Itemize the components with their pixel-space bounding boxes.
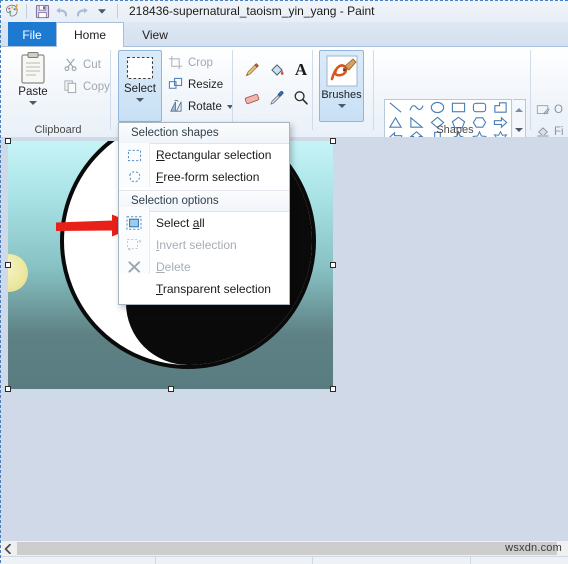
text-icon[interactable]: A xyxy=(290,59,312,81)
transparent-selection-icon xyxy=(119,278,149,300)
selection-handle-s[interactable] xyxy=(168,386,174,392)
cut-button[interactable]: Cut xyxy=(63,57,101,72)
magnifier-icon[interactable] xyxy=(290,87,312,109)
selection-handle-sw[interactable] xyxy=(5,386,11,392)
watermark: wsxdn.com xyxy=(505,542,562,554)
menu-label-invert-selection: Invert selection xyxy=(156,238,237,252)
color-picker-icon[interactable] xyxy=(266,87,288,109)
sun-graphic xyxy=(8,254,28,292)
selection-handle-w[interactable] xyxy=(5,262,11,268)
fill-with-color-icon[interactable] xyxy=(266,59,288,81)
selection-handle-e[interactable] xyxy=(330,262,336,268)
group-separator-tools xyxy=(312,50,313,130)
group-separator-brushes xyxy=(373,50,374,130)
outline-label: O xyxy=(554,104,563,116)
group-separator-image xyxy=(232,50,233,130)
tab-file[interactable]: File xyxy=(8,22,56,47)
delete-icon xyxy=(119,256,149,278)
oval-shape[interactable] xyxy=(427,100,448,115)
menu-label-delete: Delete xyxy=(156,260,191,274)
copy-button[interactable]: Copy xyxy=(63,79,110,94)
resize-button[interactable]: Resize xyxy=(168,77,223,92)
line-shape[interactable] xyxy=(385,100,406,115)
curve-shape[interactable] xyxy=(406,100,427,115)
window-title: 218436-supernatural_taoism_yin_yang - Pa… xyxy=(129,4,375,18)
qat-separator-1 xyxy=(26,4,27,18)
qat-separator-2 xyxy=(117,4,118,18)
outline-icon xyxy=(536,105,550,115)
crop-icon xyxy=(168,55,183,70)
shapes-scroll-up-icon[interactable] xyxy=(513,100,525,120)
menu-item-select-all[interactable]: Select all xyxy=(119,212,289,234)
paste-button[interactable]: Paste xyxy=(10,51,56,119)
menu-label-rectangular-selection: Rectangular selection xyxy=(156,148,272,162)
brushes-icon xyxy=(326,55,357,87)
paste-icon xyxy=(21,52,45,84)
polygon-shape[interactable] xyxy=(490,100,511,115)
customize-qat-icon[interactable] xyxy=(92,2,112,20)
crop-button: Crop xyxy=(168,55,213,70)
select-button[interactable]: Select xyxy=(118,50,162,122)
selection-handle-ne[interactable] xyxy=(330,138,336,144)
menu-label-select-all: Select all xyxy=(156,216,205,230)
scissors-icon xyxy=(64,58,77,72)
copy-label: Copy xyxy=(83,80,110,93)
select-label: Select xyxy=(124,83,156,95)
brushes-label: Brushes xyxy=(321,89,362,101)
rotate-icon xyxy=(170,99,182,112)
shapes-group-label: Shapes xyxy=(436,124,474,136)
outline-button[interactable]: O xyxy=(536,103,564,117)
rectangular-selection-icon xyxy=(119,144,149,166)
cut-label: Cut xyxy=(83,58,101,71)
rectangular-selection-icon xyxy=(126,56,154,80)
scrollbar-thumb[interactable] xyxy=(17,542,557,555)
ribbon-tab-strip: File Home View xyxy=(0,22,568,47)
menu-item-rectangular-selection[interactable]: Rectangular selection xyxy=(119,144,289,166)
rounded-rectangle-shape[interactable] xyxy=(469,100,490,115)
clipboard-group-label: Clipboard xyxy=(34,124,82,136)
redo-icon[interactable] xyxy=(72,2,92,20)
copy-icon xyxy=(64,80,77,94)
select-dropdown-caret[interactable] xyxy=(136,98,144,102)
pencil-icon[interactable] xyxy=(241,59,263,81)
group-separator-clipboard xyxy=(110,50,111,130)
brushes-button[interactable]: Brushes xyxy=(319,50,364,122)
save-icon[interactable] xyxy=(32,2,52,20)
group-separator-shapes xyxy=(530,50,531,130)
select-all-icon xyxy=(119,212,149,234)
menu-header-selection-shapes: Selection shapes xyxy=(119,123,289,144)
menu-label-transparent-selection: Transparent selection xyxy=(156,282,271,296)
paste-label: Paste xyxy=(18,86,48,98)
rotate-label: Rotate xyxy=(188,100,222,113)
menu-item-delete: Delete xyxy=(119,256,289,278)
crop-label: Crop xyxy=(188,56,213,69)
tab-home[interactable]: Home xyxy=(56,22,124,47)
rotate-button[interactable]: Rotate xyxy=(168,99,233,114)
resize-label: Resize xyxy=(188,78,224,91)
title-bar: 218436-supernatural_taoism_yin_yang - Pa… xyxy=(0,0,568,22)
tab-view[interactable]: View xyxy=(124,22,186,47)
undo-icon[interactable] xyxy=(52,2,72,20)
menu-label-free-form-selection: Free-form selection xyxy=(156,170,260,184)
scroll-left-icon[interactable] xyxy=(0,541,16,556)
free-form-selection-icon xyxy=(119,166,149,188)
invert-selection-icon xyxy=(119,234,149,256)
select-dropdown-menu[interactable]: Selection shapes Rectangular selection F… xyxy=(118,122,290,305)
horizontal-scrollbar[interactable] xyxy=(0,541,568,556)
paste-dropdown-caret[interactable] xyxy=(29,101,37,105)
menu-item-free-form-selection[interactable]: Free-form selection xyxy=(119,166,289,188)
resize-icon xyxy=(168,77,183,89)
selection-handle-nw[interactable] xyxy=(5,138,11,144)
menu-item-transparent-selection[interactable]: Transparent selection xyxy=(119,278,289,300)
brushes-dropdown-caret[interactable] xyxy=(337,104,346,108)
eraser-icon[interactable] xyxy=(241,87,263,109)
menu-bottom-pad xyxy=(119,300,289,304)
rectangle-shape[interactable] xyxy=(448,100,469,115)
paint-palette-icon[interactable] xyxy=(3,2,21,20)
menu-item-invert-selection: Invert selection xyxy=(119,234,289,256)
selection-handle-se[interactable] xyxy=(330,386,336,392)
